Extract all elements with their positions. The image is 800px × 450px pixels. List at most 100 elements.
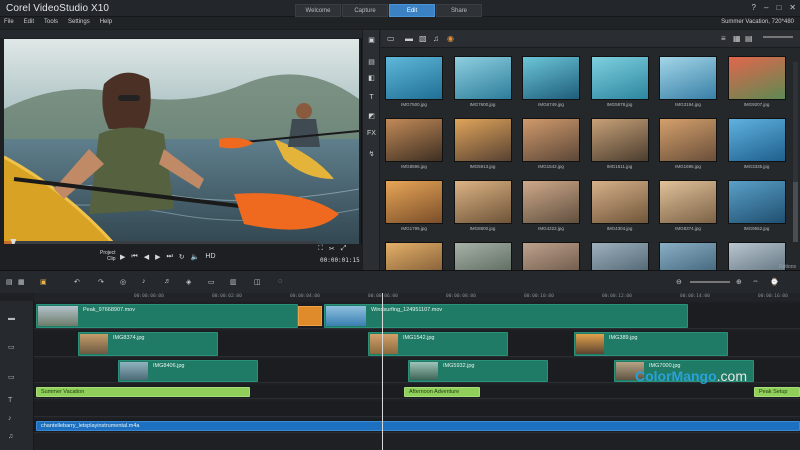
transition-block[interactable] — [298, 306, 322, 326]
storyboard-view-icon[interactable]: ▤ — [6, 278, 13, 286]
library-scroll-thumb[interactable] — [793, 182, 798, 242]
timecode-display-icon[interactable]: ⌚ — [770, 278, 779, 286]
enlarge-icon[interactable]: ⤢ — [341, 245, 347, 253]
timeline-zoom-slider[interactable] — [690, 281, 730, 283]
zoom-slider[interactable] — [763, 36, 793, 38]
tab-share[interactable]: Share — [436, 4, 482, 17]
record-icon[interactable]: ◉ — [447, 34, 454, 43]
record-capture-icon[interactable]: ◎ — [120, 278, 126, 286]
overlay-clip[interactable]: IMG389.jpg — [574, 332, 728, 356]
menu-help[interactable]: Help — [100, 19, 112, 25]
tab-edit[interactable]: Edit — [389, 4, 435, 17]
fit-project-icon[interactable]: ⇔ — [752, 278, 759, 285]
library-thumbnail[interactable] — [453, 56, 512, 100]
tab-welcome[interactable]: Welcome — [295, 4, 341, 17]
mode-clip[interactable]: Clip — [100, 256, 116, 262]
video-filter-icon[interactable]: ▬ — [405, 34, 413, 43]
title-track-icon[interactable]: T — [8, 397, 12, 404]
library-thumbnail[interactable] — [727, 118, 786, 162]
video-clip[interactable]: Windsurfing_124951107.mov — [324, 304, 688, 328]
thumbnail-view-icon[interactable]: ▦ — [733, 34, 741, 43]
overlay-clip[interactable]: IMG8406.jpg — [118, 360, 258, 382]
list-view-icon[interactable]: ≡ — [721, 34, 726, 43]
library-thumbnail[interactable] — [522, 118, 580, 162]
video-clip[interactable]: Peak_97668907.mov — [36, 304, 298, 328]
track-manager-icon[interactable]: ▣ — [40, 278, 47, 286]
overlay-track-icon[interactable]: ▭ — [8, 343, 15, 351]
next-frame-icon[interactable]: ▶ — [155, 253, 160, 261]
menu-edit[interactable]: Edit — [24, 19, 34, 25]
preview-window[interactable] — [4, 39, 359, 261]
menu-settings[interactable]: Settings — [68, 19, 90, 25]
help-icon[interactable]: ? — [752, 3, 756, 12]
path-track-icon[interactable]: ◌ — [278, 278, 282, 285]
path-icon[interactable]: ↯ — [366, 150, 377, 159]
zoom-out-icon[interactable]: ⊖ — [676, 278, 682, 286]
library-thumbnail[interactable] — [522, 56, 580, 100]
photo-filter-icon[interactable]: ▧ — [419, 34, 427, 43]
repeat-icon[interactable]: ↻ — [179, 253, 185, 261]
library-thumbnail[interactable] — [385, 56, 443, 100]
minimize-icon[interactable]: – — [764, 3, 768, 12]
library-thumbnail[interactable] — [659, 180, 717, 224]
overlay-clip[interactable]: IMG1542.jpg — [368, 332, 508, 356]
timeline-ruler[interactable]: 00:00:00:00 00:00:02:00 00:00:04:00 00:00:0… — [34, 293, 800, 301]
menu-file[interactable]: File — [4, 19, 14, 25]
library-thumbnail[interactable] — [590, 56, 649, 100]
library-thumbnail[interactable] — [590, 118, 649, 162]
library-thumbnail[interactable] — [385, 118, 443, 162]
sort-icon[interactable]: ▤ — [745, 34, 753, 43]
music-track-icon[interactable]: ♫ — [8, 433, 13, 440]
video-track-icon[interactable]: ▬ — [8, 315, 15, 322]
menu-tools[interactable]: Tools — [44, 19, 58, 25]
library-thumbnail[interactable] — [590, 180, 649, 224]
multi-camera-icon[interactable]: ▥ — [230, 278, 237, 286]
library-thumbnail[interactable] — [522, 180, 580, 224]
library-thumbnail[interactable] — [453, 180, 512, 224]
title-clip[interactable]: Peak Setup — [754, 387, 800, 397]
music-clip[interactable]: chantellebarry_letsplayinstrumental.m4a — [36, 421, 800, 431]
playhead[interactable] — [382, 293, 383, 450]
end-icon[interactable]: ⏭ — [166, 253, 172, 261]
audio-filter-icon[interactable]: ♫ — [433, 34, 439, 43]
library-thumbnail[interactable] — [659, 118, 717, 162]
transition-icon[interactable]: ◧ — [366, 74, 377, 83]
library-thumbnail[interactable] — [385, 180, 443, 224]
library-thumbnail[interactable] — [727, 180, 786, 224]
redo-icon[interactable]: ↷ — [98, 278, 104, 286]
play-icon[interactable]: ▶ — [120, 253, 125, 261]
sound-mixer-icon[interactable]: ♪ — [142, 278, 146, 285]
library-thumbnail[interactable] — [453, 118, 512, 162]
undo-icon[interactable]: ↶ — [74, 278, 80, 286]
motion-tracking-icon[interactable]: ◈ — [186, 278, 191, 286]
media-icon[interactable]: ▣ — [366, 36, 377, 45]
hd-toggle[interactable]: HD — [205, 253, 215, 261]
overlay-clip[interactable]: IMG8374.jpg — [78, 332, 218, 356]
library-thumbnail[interactable] — [659, 56, 717, 100]
title-clip[interactable]: Summer Vacation — [36, 387, 250, 397]
library-thumbnail[interactable] — [727, 56, 786, 100]
maximize-icon[interactable]: □ — [776, 3, 781, 12]
split-screen-icon[interactable]: ◫ — [254, 278, 261, 286]
title-clip[interactable]: Afternoon Adventure — [404, 387, 480, 397]
library-scrollbar[interactable] — [793, 62, 798, 242]
subtitle-icon[interactable]: ▭ — [208, 278, 215, 286]
previous-frame-icon[interactable]: ◀ — [144, 253, 149, 261]
home-icon[interactable]: ⏮ — [131, 253, 137, 261]
folder-icon[interactable]: ▭ — [387, 34, 395, 43]
timecode[interactable]: 00:00:01:15 — [320, 257, 360, 264]
crop-icon[interactable]: ⛶ — [318, 245, 323, 253]
overlay-clip[interactable]: IMG5932.jpg — [408, 360, 548, 382]
split-icon[interactable]: ✂ — [329, 245, 335, 253]
zoom-in-icon[interactable]: ⊕ — [736, 278, 742, 286]
tab-capture[interactable]: Capture — [342, 4, 388, 17]
volume-icon[interactable]: 🔈 — [191, 253, 200, 261]
title-icon[interactable]: T — [366, 94, 377, 103]
voice-track-icon[interactable]: ♪ — [8, 415, 12, 422]
timeline-view-icon[interactable]: ▦ — [18, 278, 25, 286]
instant-project-icon[interactable]: ▤ — [366, 58, 377, 67]
auto-music-icon[interactable]: ♬ — [164, 278, 171, 285]
overlay-track-2-icon[interactable]: ▭ — [8, 373, 15, 381]
fx-icon[interactable]: FX — [366, 130, 377, 139]
close-icon[interactable]: ✕ — [789, 3, 796, 12]
